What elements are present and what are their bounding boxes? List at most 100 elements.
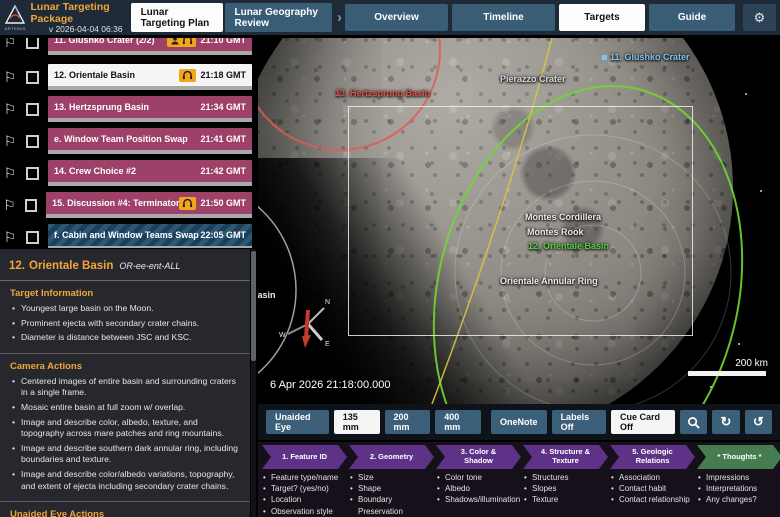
tabs-overflow-chevron-icon[interactable]: › (337, 9, 342, 26)
cuecard-step-header: 3. Color & Shadow (436, 445, 521, 469)
map-label-montes-cordillera: Montes Cordillera (525, 212, 601, 222)
labels-toggle-button[interactable]: Labels Off (552, 410, 606, 434)
row-progress-strip (48, 150, 252, 154)
schedule-row-cabin-window-swap[interactable]: ⚐ f. Cabin and Window Teams Swap 22:05 G… (0, 224, 256, 248)
bullet-item: Image and describe color/albedo variatio… (10, 469, 240, 492)
bullet-item: Diameter is distance between JSC and KSC… (10, 332, 240, 344)
flag-icon[interactable]: ⚐ (0, 166, 20, 180)
row-time: 21:18 GMT (200, 70, 246, 80)
cuecard-column-feature-id: 1. Feature ID Feature type/nameTarget? (… (262, 445, 347, 514)
flag-icon[interactable]: ⚐ (0, 230, 20, 244)
bullet-item: Centered images of entire basin and surr… (10, 376, 240, 399)
checkbox[interactable] (26, 135, 39, 148)
checkbox[interactable] (25, 199, 37, 212)
row-progress-strip (48, 182, 252, 186)
rotate-cw-button[interactable]: ↻ (712, 410, 739, 434)
section-target-information: Target Information Youngest large basin … (0, 281, 250, 353)
schedule-row-crew-choice[interactable]: ⚐ 14. Crew Choice #2 21:42 GMT (0, 160, 256, 186)
observation-cue-card: 1. Feature ID Feature type/nameTarget? (… (258, 441, 780, 517)
checkbox[interactable] (26, 231, 39, 244)
audio-badge (167, 38, 196, 47)
crew-swap-icon (170, 38, 180, 45)
search-button[interactable] (680, 410, 707, 434)
flag-icon[interactable]: ⚐ (0, 134, 20, 148)
bullet-item: Association (610, 472, 695, 483)
bullet-item: Contact habit (610, 483, 695, 494)
bullet-item: Image and describe color, albedo, textur… (10, 417, 240, 440)
nav-targets[interactable]: Targets (559, 4, 645, 31)
moon-map-viewport[interactable]: 11. Glushko Crater Pierazzo Crater 13. H… (258, 38, 780, 404)
row-title: 11. Glushko Crater (2/2) (54, 38, 155, 45)
detail-title: Orientale Basin (29, 260, 113, 272)
glushko-marker-dot (602, 55, 607, 60)
nav-overview[interactable]: Overview (345, 4, 448, 31)
flag-icon[interactable]: ⚐ (0, 102, 20, 116)
cuecard-bullets: StructuresSlopesTexture (523, 472, 608, 506)
flag-icon[interactable]: ⚐ (0, 38, 20, 49)
bullet-item: Location (262, 494, 347, 505)
bullet-item: Texture (523, 494, 608, 505)
rotate-cw-icon: ↻ (721, 414, 732, 430)
zoom-400mm-button[interactable]: 400 mm (435, 410, 481, 434)
cuecard-bullets: Feature type/nameTarget? (yes/no)Locatio… (262, 472, 347, 517)
cuecard-step-header: 5. Geologic Relations (610, 445, 695, 469)
checkbox[interactable] (26, 71, 39, 84)
schedule-row-hertzsprung[interactable]: ⚐ 13. Hertzsprung Basin 21:34 GMT (0, 96, 256, 122)
rotate-ccw-button[interactable]: ↺ (745, 410, 772, 434)
schedule-row-orientale[interactable]: ⚐ 12. Orientale Basin 21:18 GMT (0, 64, 256, 90)
headset-icon (182, 199, 193, 208)
cue-card-toggle-button[interactable]: Cue Card Off (611, 410, 675, 434)
row-time: 21:50 GMT (200, 198, 246, 208)
audio-badge (179, 197, 196, 210)
checkbox[interactable] (26, 38, 39, 49)
zoom-200mm-button[interactable]: 200 mm (385, 410, 431, 434)
map-label-glushko: 11. Glushko Crater (610, 52, 690, 62)
map-label-orientale-basin: 12. Orientale Basin (528, 241, 609, 251)
checkbox[interactable] (26, 167, 39, 180)
camera-fov-rectangle (348, 106, 693, 336)
map-label-montes-rook: Montes Rook (527, 227, 584, 237)
settings-button[interactable]: ⚙ (743, 4, 776, 31)
tab-lunar-targeting-plan[interactable]: Lunar Targeting Plan (131, 3, 223, 32)
cuecard-bullets: AssociationContact habitContact relation… (610, 472, 695, 506)
detail-scrollbar[interactable] (251, 249, 256, 517)
row-progress-strip (48, 86, 252, 90)
zoom-135mm-button[interactable]: 135 mm (334, 410, 380, 434)
flag-icon[interactable]: ⚐ (0, 198, 19, 212)
nav-guide[interactable]: Guide (649, 4, 735, 31)
bullet-item: Any changes? (697, 494, 780, 505)
cuecard-bullets: ImpressionsInterpretationsAny changes? (697, 472, 780, 506)
map-toolbar: Unaided Eye 135 mm 200 mm 400 mm OneNote… (258, 404, 780, 440)
cuecard-column-geometry: 2. Geometry SizeShapeBoundary Preservati… (349, 445, 434, 514)
row-title: 14. Crew Choice #2 (54, 166, 136, 176)
cuecard-step-header: 2. Geometry (349, 445, 434, 469)
bullet-item: Interpretations (697, 483, 780, 494)
onenote-button[interactable]: OneNote (491, 410, 547, 434)
bullet-item: Impressions (697, 472, 780, 483)
schedule-row-discussion-terminator[interactable]: ⚐ 15. Discussion #4: Terminator 21:50 GM… (0, 192, 256, 218)
simulation-timestamp: 6 Apr 2026 21:18:00.000 (270, 379, 391, 391)
scrollbar-thumb[interactable] (251, 251, 256, 361)
checkbox[interactable] (26, 103, 39, 116)
bullet-item: Boundary Preservation (349, 494, 434, 516)
map-label-annular-ring: Orientale Annular Ring (500, 276, 598, 286)
compass-label-w: W (279, 332, 286, 339)
cuecard-bullets: Color toneAlbedoShadows/illumination (436, 472, 521, 506)
cuecard-column-structure-texture: 4. Structure & Texture StructuresSlopesT… (523, 445, 608, 514)
bullet-item: Color tone (436, 472, 521, 483)
unaided-eye-button[interactable]: Unaided Eye (266, 410, 329, 434)
bullet-item: Size (349, 472, 434, 483)
audio-badge (179, 69, 196, 82)
nav-timeline[interactable]: Timeline (452, 4, 555, 31)
bullet-item: Shadows/illumination (436, 494, 521, 505)
document-tabs: Lunar Targeting Plan Lunar Geography Rev… (131, 0, 345, 35)
row-title: e. Window Team Position Swap (54, 134, 188, 144)
tab-lunar-geography-review[interactable]: Lunar Geography Review (225, 3, 332, 32)
schedule-row-glushko[interactable]: ⚐ 11. Glushko Crater (2/2) 21:10 GMT (0, 38, 256, 55)
bullet-item: Feature type/name (262, 472, 347, 483)
detail-header: 12.Orientale BasinOR-ee-ent-ALL (0, 249, 250, 281)
compass-widget: N W E (278, 290, 340, 362)
scale-label: 200 km (688, 358, 768, 369)
schedule-row-window-team-swap[interactable]: ⚐ e. Window Team Position Swap 21:41 GMT (0, 128, 256, 154)
flag-icon[interactable]: ⚐ (0, 70, 20, 84)
